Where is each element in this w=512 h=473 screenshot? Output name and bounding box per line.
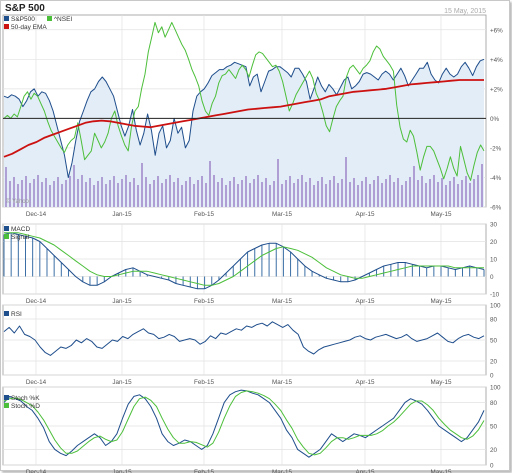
y-tick-label: +6%: [490, 27, 503, 34]
x-tick-label: Feb-15: [194, 469, 214, 473]
y-tick-label: 20: [490, 447, 498, 454]
sp500-legend-label: S&P500: [11, 16, 35, 23]
macd-legend-label: MACD: [11, 226, 30, 233]
y-tick-label: 10: [490, 257, 498, 264]
x-tick-label: Feb-15: [194, 379, 214, 386]
rsi-legend-label: RSI: [11, 311, 22, 318]
x-tick-label: May-15: [431, 469, 452, 473]
stochd-line: [3, 390, 485, 456]
x-tick-label: Feb-15: [194, 211, 214, 218]
x-tick-label: Dec-14: [26, 469, 47, 473]
x-tick-label: Mar-15: [272, 298, 292, 305]
sp500-legend-swatch: [4, 16, 9, 21]
nsei-legend-swatch: [47, 16, 52, 21]
x-tick-label: May-15: [431, 211, 452, 218]
rsi-line: [3, 321, 485, 356]
rsi-legend-swatch: [4, 311, 9, 316]
signal-legend-swatch: [4, 234, 9, 239]
x-tick-label: Dec-14: [26, 379, 47, 386]
chart-title: S&P 500: [5, 3, 45, 14]
stochd-legend-label: Stoch %D: [11, 403, 40, 410]
y-tick-label: 80: [490, 400, 498, 407]
x-tick-label: May-15: [431, 379, 452, 386]
stochd-legend-swatch: [4, 403, 9, 408]
y-tick-label: 100: [490, 303, 501, 310]
macd-legend-swatch: [4, 226, 9, 231]
y-tick-label: -2%: [490, 145, 502, 152]
rsi-legend: RSI: [4, 311, 22, 318]
stochk-legend-swatch: [4, 395, 9, 400]
x-tick-label: Feb-15: [194, 298, 214, 305]
y-tick-label: 0%: [490, 116, 500, 123]
y-tick-label: +2%: [490, 86, 503, 93]
x-tick-label: Apr-15: [356, 469, 375, 473]
x-tick-label: May-15: [431, 298, 452, 305]
y-tick-label: 50: [490, 338, 498, 345]
y-tick-label: 0: [490, 463, 494, 470]
x-tick-label: Jan-15: [112, 298, 132, 305]
stock-chart: S&P 500 15 May, 2015 +6% +4% +2% 0% -2% -4% -6…: [2, 3, 503, 473]
x-tick-label: Mar-15: [272, 469, 292, 473]
nsei-legend-label: ^NSEI: [54, 16, 72, 23]
y-tick-label: 100: [490, 385, 501, 392]
y-tick-label: 20: [490, 359, 498, 366]
y-tick-label: 0: [490, 274, 494, 281]
y-tick-label: -6%: [490, 205, 502, 212]
stochk-legend-label: Stoch %K: [11, 395, 40, 402]
x-tick-label: Jan-15: [112, 379, 132, 386]
y-tick-label: 80: [490, 317, 498, 324]
y-tick-label: 0: [490, 373, 494, 380]
x-tick-label: Dec-14: [26, 211, 47, 218]
x-tick-label: Mar-15: [272, 379, 292, 386]
ema-legend-swatch: [4, 24, 9, 29]
y-tick-label: +4%: [490, 57, 503, 64]
ema-legend-label: 50-day EMA: [11, 24, 47, 31]
x-tick-label: Apr-15: [356, 379, 375, 386]
x-tick-label: Dec-14: [26, 298, 47, 305]
y-tick-label: -10: [490, 292, 500, 299]
y-tick-label: 20: [490, 239, 498, 246]
x-tick-label: Apr-15: [356, 211, 375, 218]
price-legend: S&P500 ^NSEI 50-day EMA: [4, 16, 72, 31]
signal-legend-label: Signal: [11, 234, 30, 241]
chart-date: 15 May, 2015: [444, 8, 486, 15]
x-tick-label: Apr-15: [356, 298, 375, 305]
y-tick-label: 50: [490, 424, 498, 431]
x-tick-label: Jan-15: [112, 469, 132, 473]
yahoo-watermark: © Yahoo!: [6, 198, 31, 205]
stochk-line: [3, 389, 485, 458]
y-tick-label: -4%: [490, 175, 502, 182]
x-tick-label: Mar-15: [272, 211, 292, 218]
x-tick-label: Jan-15: [112, 211, 132, 218]
y-tick-label: 30: [490, 222, 498, 229]
